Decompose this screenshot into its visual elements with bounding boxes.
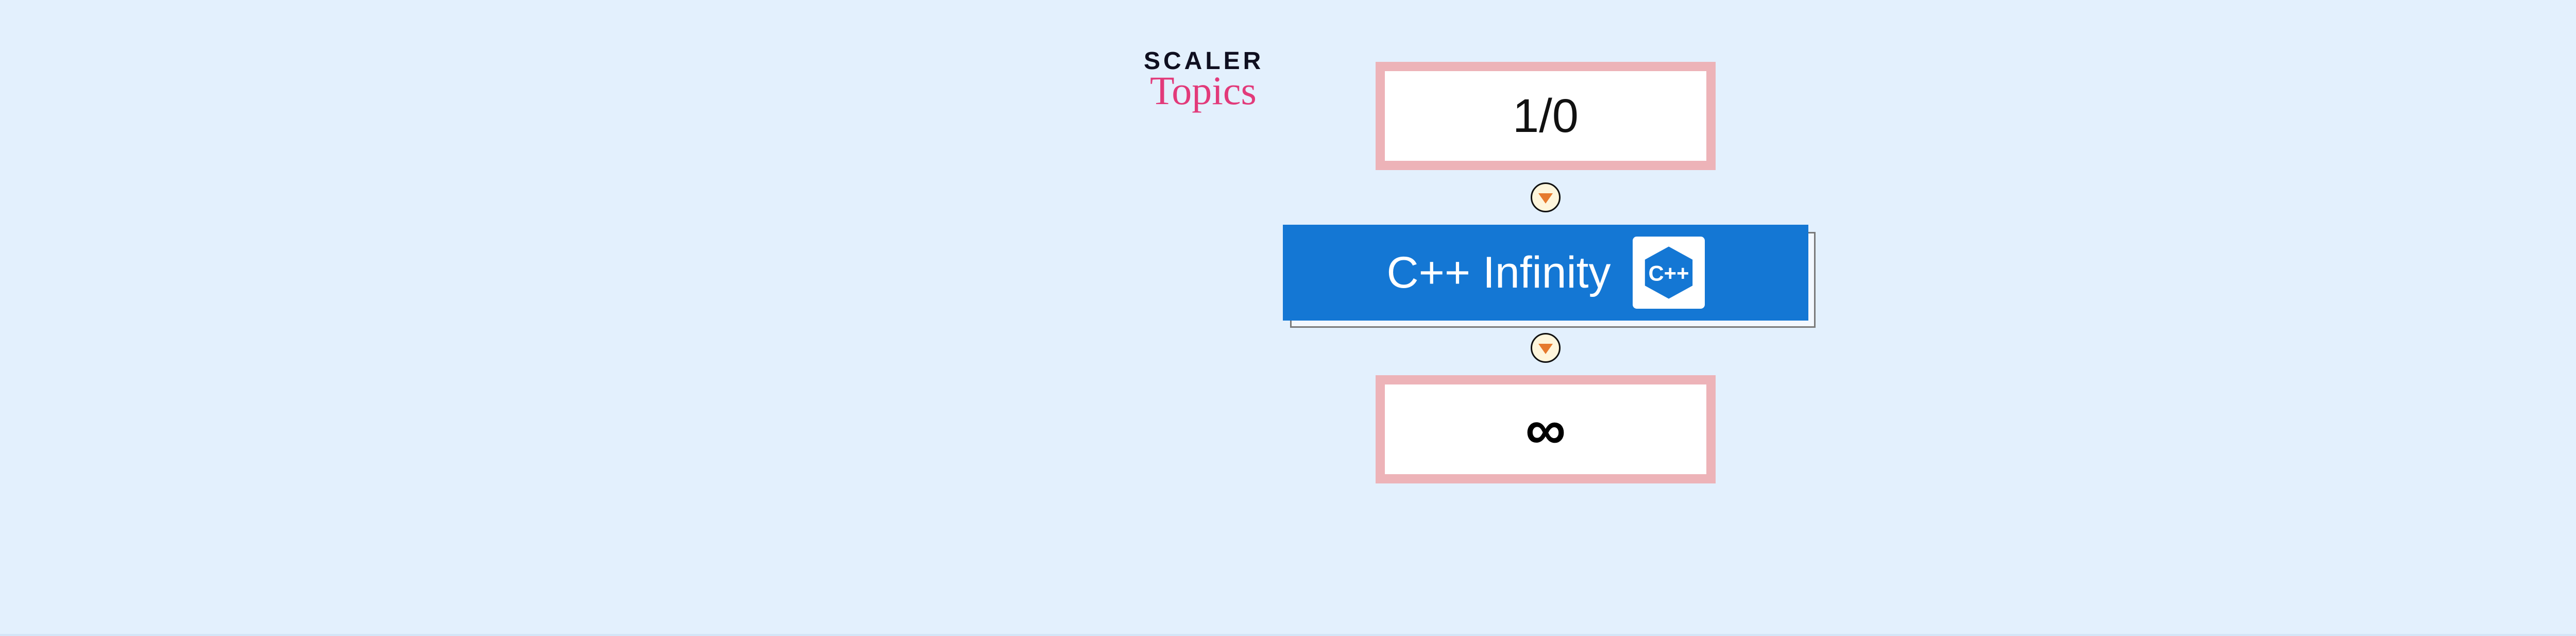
cpp-hex-text: C++ [1648, 261, 1689, 285]
triangle-down-icon [1538, 344, 1553, 354]
flow-diagram: 1/0 C++ Infinity C++ ∞ [1283, 62, 1808, 483]
output-infinity-symbol: ∞ [1526, 397, 1566, 462]
concept-bar-wrap: C++ Infinity C++ [1283, 225, 1808, 321]
input-expression-text: 1/0 [1513, 89, 1579, 143]
input-expression-box: 1/0 [1376, 62, 1716, 170]
concept-label: C++ Infinity [1387, 247, 1611, 298]
concept-bar: C++ Infinity C++ [1283, 225, 1808, 321]
arrow-down-icon [1531, 182, 1561, 212]
output-result-box: ∞ [1376, 375, 1716, 483]
scaler-topics-logo: SCALER Topics [1144, 49, 1264, 111]
diagram-canvas: SCALER Topics 1/0 C++ Infinity C++ [0, 0, 2576, 636]
cpp-hex-icon: C++ [1640, 244, 1697, 301]
logo-line-2: Topics [1150, 71, 1264, 111]
cpp-logo-badge: C++ [1633, 237, 1705, 309]
triangle-down-icon [1538, 193, 1553, 204]
arrow-down-icon [1531, 333, 1561, 363]
